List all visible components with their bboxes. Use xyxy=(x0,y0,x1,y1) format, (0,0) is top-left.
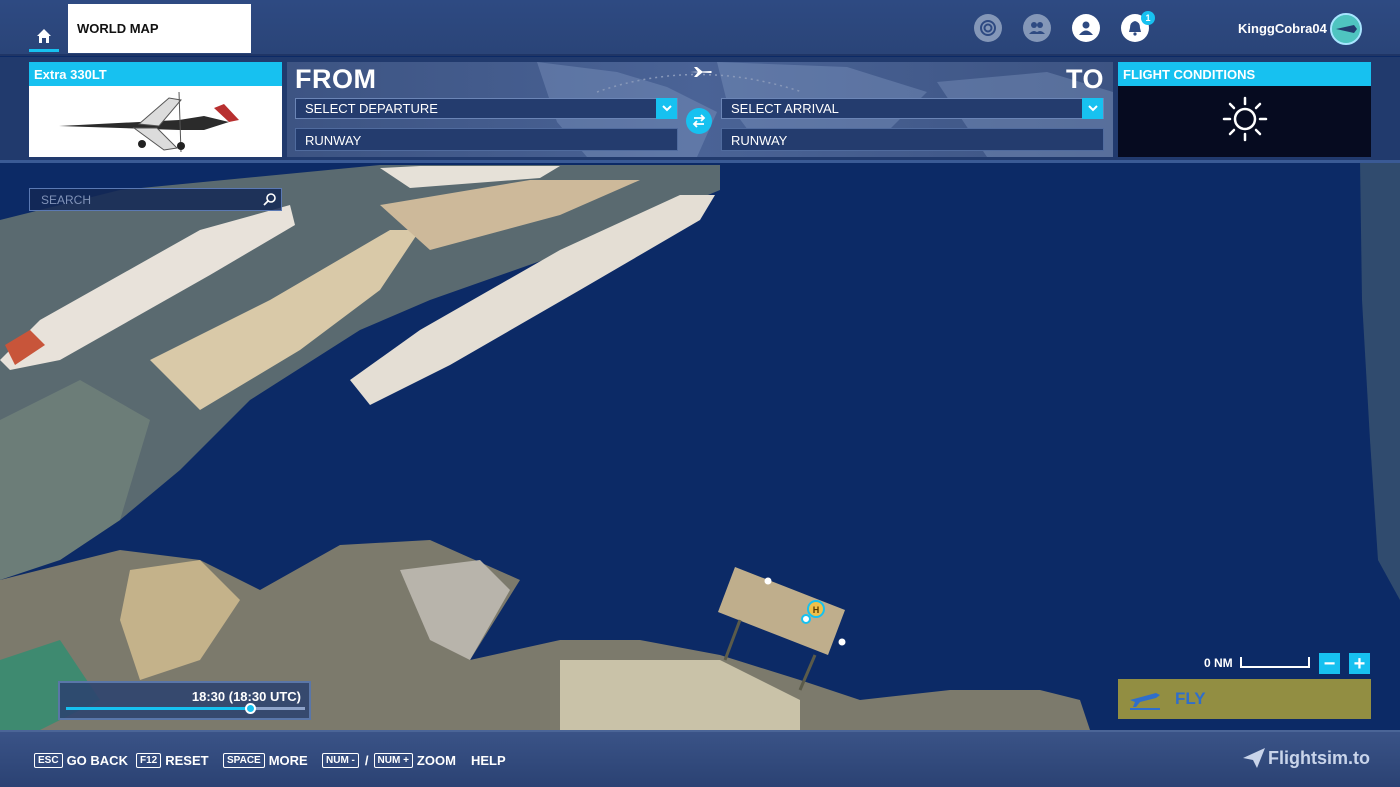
notifications-button[interactable]: 1 xyxy=(1121,11,1155,42)
departure-runway-field[interactable]: RUNWAY xyxy=(295,128,678,151)
arrival-runway-label: RUNWAY xyxy=(731,133,788,148)
time-slider-handle[interactable] xyxy=(245,703,257,714)
paper-plane-icon xyxy=(1243,748,1265,768)
fly-label: FLY xyxy=(1175,689,1206,708)
time-slider[interactable] xyxy=(66,703,305,714)
help-label: HELP xyxy=(471,753,506,768)
activity-button[interactable] xyxy=(974,14,1002,42)
arrival-runway-field[interactable]: RUNWAY xyxy=(721,128,1104,151)
chevron-down-icon xyxy=(656,98,677,119)
time-slider-fill xyxy=(66,707,251,710)
reset-label: RESET xyxy=(165,753,209,768)
aircraft-name: Extra 330LT xyxy=(29,62,282,86)
zoom-in-button[interactable]: + xyxy=(1349,653,1370,674)
zoom-hint[interactable]: NUM - / NUM + ZOOM xyxy=(322,753,456,768)
to-label: TO xyxy=(1065,64,1104,94)
from-label: FROM xyxy=(295,64,377,94)
departure-runway-label: RUNWAY xyxy=(305,133,362,148)
aircraft-image xyxy=(29,86,282,157)
go-back-hint[interactable]: ESC GO BACK xyxy=(34,753,128,768)
swap-arrows-icon xyxy=(692,114,706,128)
route-panel: FROM TO SELECT DEPARTURE RUNWAY SELECT A… xyxy=(287,62,1113,157)
bottom-bar: ESC GO BACK F12 RESET SPACE MORE NUM - /… xyxy=(0,730,1400,787)
more-label: MORE xyxy=(268,753,308,768)
zoom-label: ZOOM xyxy=(416,753,456,768)
aircraft-selection-card[interactable]: Extra 330LT xyxy=(29,62,282,157)
search-input[interactable]: SEARCH xyxy=(29,188,282,211)
fly-button[interactable]: FLY xyxy=(1118,679,1371,719)
friends-icon xyxy=(1029,22,1045,34)
profile-icon xyxy=(1079,21,1093,35)
zoom-separator: / xyxy=(364,753,369,768)
zoom-out-button[interactable]: − xyxy=(1319,653,1340,674)
avatar-icon xyxy=(1332,15,1360,43)
help-hint[interactable]: HELP xyxy=(471,753,506,768)
profile-button[interactable] xyxy=(1072,14,1100,42)
chevron-down-icon xyxy=(1082,98,1103,119)
world-map-tab-label: WORLD MAP xyxy=(77,21,159,36)
departure-select[interactable]: SELECT DEPARTURE xyxy=(295,98,678,119)
heliport-marker: H xyxy=(813,605,820,615)
key-f12: F12 xyxy=(136,753,162,768)
brand-watermark: Flightsim.to xyxy=(1242,747,1370,769)
world-map-tab[interactable]: WORLD MAP xyxy=(68,4,251,53)
arrival-select-label: SELECT ARRIVAL xyxy=(731,101,839,116)
swap-route-button[interactable] xyxy=(686,108,712,134)
map-scale-label: 0 NM xyxy=(1204,656,1233,670)
friends-button[interactable] xyxy=(1023,14,1051,42)
sun-icon xyxy=(1222,96,1268,142)
key-num-minus: NUM - xyxy=(322,753,359,768)
activity-icon xyxy=(980,20,996,36)
key-space: SPACE xyxy=(223,753,265,768)
key-esc: ESC xyxy=(34,753,63,768)
more-hint[interactable]: SPACE MORE xyxy=(223,753,308,768)
reset-hint[interactable]: F12 RESET xyxy=(136,753,209,768)
flight-conditions-title: FLIGHT CONDITIONS xyxy=(1118,62,1371,86)
notifications-icon xyxy=(1129,21,1141,36)
map-scale-bar xyxy=(1240,657,1310,668)
search-placeholder: SEARCH xyxy=(41,193,92,207)
key-num-plus: NUM + xyxy=(373,753,413,768)
time-label: 18:30 (18:30 UTC) xyxy=(191,689,301,704)
arrival-select[interactable]: SELECT ARRIVAL xyxy=(721,98,1104,119)
flight-plan-strip: Extra 330LT FROM TO SELECT DEPARTURE RUN… xyxy=(0,57,1400,163)
notification-badge: 1 xyxy=(1141,11,1155,25)
flight-conditions-card[interactable]: FLIGHT CONDITIONS xyxy=(1118,62,1371,157)
avatar[interactable] xyxy=(1330,13,1362,45)
home-button[interactable] xyxy=(29,22,59,52)
top-bar: WORLD MAP 1 KinggCobra04 xyxy=(0,0,1400,56)
time-of-day-panel: 18:30 (18:30 UTC) xyxy=(58,681,311,720)
home-icon xyxy=(37,28,51,43)
departure-select-label: SELECT DEPARTURE xyxy=(305,101,438,116)
brand-label: Flightsim.to xyxy=(1268,747,1370,768)
username[interactable]: KinggCobra04 xyxy=(1238,21,1327,36)
plane-takeoff-icon xyxy=(1130,693,1160,710)
plane-icon xyxy=(690,67,712,77)
go-back-label: GO BACK xyxy=(66,753,128,768)
search-icon[interactable] xyxy=(263,192,277,206)
